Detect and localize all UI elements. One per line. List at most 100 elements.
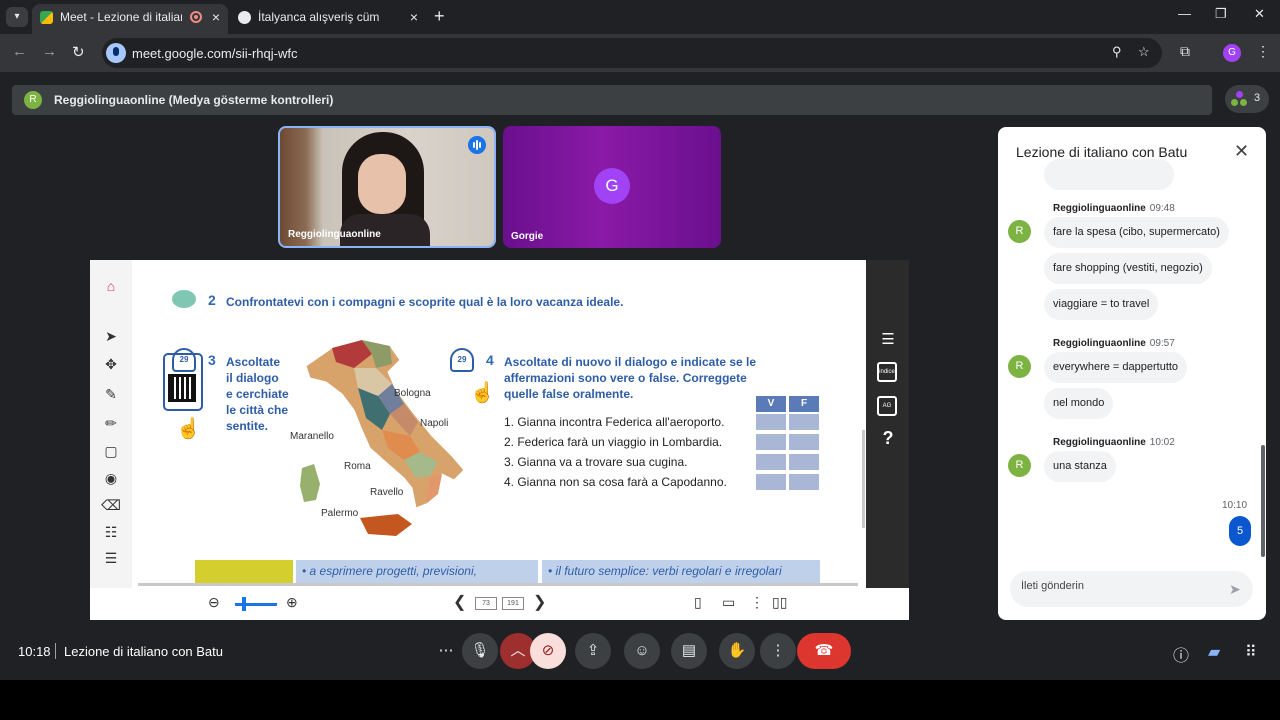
double-page-icon[interactable]: ▯▯ [772,594,787,611]
eraser-icon[interactable]: ⌫ [101,497,121,515]
vf-checkbox[interactable] [789,474,819,490]
move-icon[interactable]: ✥ [101,356,121,374]
message-bubble: fare shopping (vestiti, negozio) [1044,253,1212,284]
map-label-bologna: Bologna [394,388,431,399]
notes-icon[interactable]: ☷ [101,524,121,542]
help-icon[interactable]: ? [877,428,899,449]
participants-button[interactable]: 3 [1225,85,1269,113]
list-icon[interactable]: ☰ [877,330,899,348]
tab-search-button[interactable]: ▾ [6,7,28,27]
more-actions-button[interactable]: ⋯ [428,633,464,669]
home-icon[interactable]: ⌂ [101,278,121,296]
emoji-reactions-button[interactable]: ☺ [624,633,660,669]
shared-presentation[interactable]: ⌂ ➤ ✥ ✎ ✏ ▢ ◉ ⌫ ☷ ☰ 2 Confrontatevi con … [90,260,909,620]
bookmark-star-icon[interactable]: ☆ [1138,44,1150,60]
vf-checkbox[interactable] [756,434,786,450]
new-tab-button[interactable]: + [434,6,445,27]
vf-checkbox[interactable] [789,414,819,430]
tab-close-icon[interactable]: × [212,4,220,30]
select-arrow-icon[interactable]: ➤ [101,328,121,346]
speech-bubble-icon [172,290,196,308]
ag-icon[interactable]: AG [877,396,897,416]
message-author: Reggiolinguaonline 10:02 [1053,437,1175,448]
chat-message-input[interactable] [1021,580,1221,592]
extensions-icon[interactable]: ⧉ [1180,43,1190,60]
microphone-button[interactable]: 🎙 [462,633,498,669]
chat-scrollbar[interactable] [1261,445,1265,557]
chat-input-box[interactable]: ➤ [1010,571,1253,607]
vf-checkbox[interactable] [789,434,819,450]
captions-button[interactable]: ▤ [671,633,707,669]
banner-avatar: R [24,91,42,109]
chat-icon[interactable]: ▰ [1208,642,1220,662]
browser-menu-icon[interactable]: ⋮ [1256,43,1270,60]
spotlight-icon[interactable]: ◉ [101,470,121,488]
exercise-3-line: le città che [226,403,289,417]
grammar-strip-label [195,560,293,584]
message-author: Reggiolinguaonline 09:48 [1053,203,1175,214]
index-icon[interactable]: indice [877,362,897,382]
browser-toolbar: ← → ↻ meet.google.com/sii-rhqj-wfc ⚲ ☆ ⧉… [0,34,1280,72]
message-bubble: nel mondo [1044,388,1114,419]
reload-icon[interactable]: ↻ [72,43,85,61]
zoom-in-icon[interactable]: ⊕ [286,594,298,611]
grammar-strip-item: • il futuro semplice: verbi regolari e i… [542,560,820,584]
profile-avatar[interactable]: G [1223,44,1241,62]
address-bar[interactable]: meet.google.com/sii-rhqj-wfc ⚲ ☆ [102,38,1162,68]
close-window-button[interactable]: ✕ [1254,6,1265,22]
map-label-maranello: Maranello [290,431,334,442]
zoom-out-icon[interactable]: ⊖ [208,594,220,611]
exercise-4-line: affermazioni sono vere o false. Corregge… [504,371,747,385]
vf-checkbox[interactable] [789,454,819,470]
rectangle-icon[interactable]: ▢ [101,443,121,461]
tab-translate[interactable]: İtalyanca alışveriş cümleleri × [230,4,426,34]
vf-checkbox[interactable] [756,414,786,430]
tap-pointer-icon[interactable]: ☝ [470,380,495,405]
vf-checkbox[interactable] [756,474,786,490]
vf-checkbox[interactable] [756,454,786,470]
single-page-icon[interactable]: ▯ [694,594,702,611]
back-icon[interactable]: ← [12,43,27,60]
minimize-button[interactable]: — [1178,6,1191,21]
more-options-button[interactable]: ⋮ [760,633,796,669]
raise-hand-button[interactable]: ✋ [719,633,755,669]
current-page[interactable]: 73 [475,597,497,610]
present-screen-button[interactable]: ⇪ [575,633,611,669]
meeting-clock: 10:18 [18,644,51,659]
page-scrollbar-horizontal[interactable] [138,583,858,586]
more-options-icon[interactable]: ⋮ [750,594,764,611]
forward-icon[interactable]: → [42,43,57,60]
message-bubble: una stanza [1044,451,1116,482]
fit-width-icon[interactable]: ▭ [722,594,735,611]
page-scrollbar-vertical[interactable] [862,430,865,528]
activities-grid-icon[interactable]: ⠿ [1245,642,1257,662]
send-icon[interactable]: ➤ [1229,581,1241,598]
camera-off-button[interactable]: ⊘ [530,633,566,669]
site-mic-icon[interactable] [106,43,126,63]
url-text[interactable]: meet.google.com/sii-rhqj-wfc [132,46,297,61]
zoom-slider-knob[interactable] [242,597,246,611]
exercise-3-number: 3 [208,352,216,368]
tab-close-icon[interactable]: × [410,4,418,30]
my-message-time: 10:10 [1222,500,1248,511]
pen-icon[interactable]: ✎ [101,386,121,404]
participant-tile-reggiolinguaonline[interactable]: Reggiolinguaonline [278,126,496,248]
prev-page-icon[interactable]: ❮ [453,592,466,612]
grammar-strip-item: • a esprimere progetti, previsioni, [296,560,538,584]
media-controls-banner[interactable]: R Reggiolinguaonline (Medya gösterme kon… [12,85,1212,115]
participant-tile-gorgie[interactable]: G Gorgie [503,126,721,248]
tap-pointer-icon[interactable]: ☝ [176,416,201,441]
leave-call-button[interactable]: ☎ [797,633,851,669]
close-icon[interactable]: ✕ [1234,141,1249,162]
tab-meet[interactable]: Meet - Lezione di italiano c × [32,4,228,34]
zoom-search-icon[interactable]: ⚲ [1112,44,1122,60]
marker-icon[interactable]: ✏ [101,415,121,433]
meeting-info-icon[interactable]: ⓘ [1173,642,1189,666]
message-bubble: fare la spesa (cibo, supermercato) [1044,217,1229,248]
annotation-toolbar: ⌂ ➤ ✥ ✎ ✏ ▢ ◉ ⌫ ☷ ☰ [90,260,132,588]
restore-button[interactable]: ❐ [1215,6,1227,22]
text-list-icon[interactable]: ☰ [101,550,121,568]
book-page: 2 Confrontatevi con i compagni e scoprit… [132,260,866,588]
speaking-indicator-icon [468,136,486,154]
next-page-icon[interactable]: ❯ [533,592,546,612]
